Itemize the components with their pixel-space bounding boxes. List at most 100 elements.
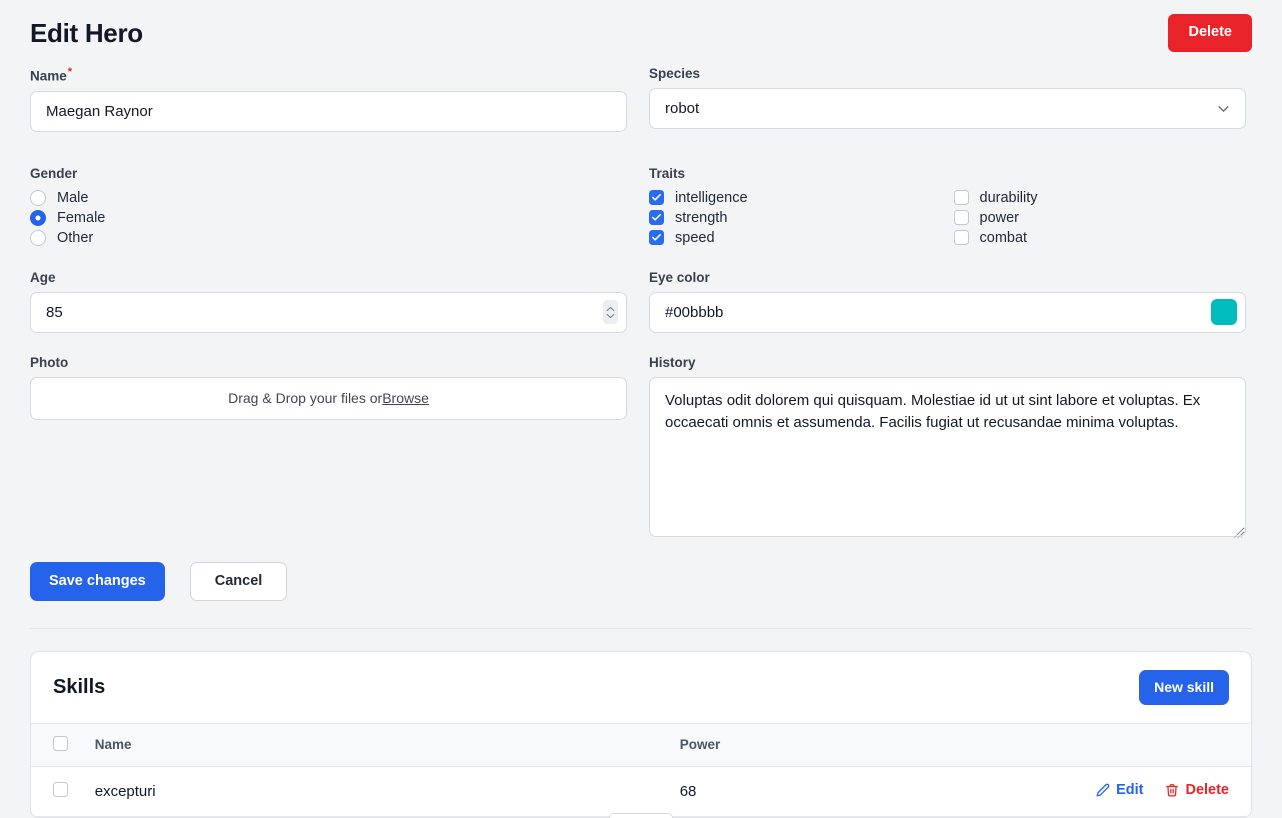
section-divider <box>30 627 1252 629</box>
history-label: History <box>649 354 696 370</box>
field-traits: Traits intelligence durability strength … <box>649 166 1246 248</box>
age-input[interactable] <box>30 291 627 333</box>
trait-label-intelligence[interactable]: intelligence <box>675 190 748 206</box>
row-name-cell: excepturi <box>94 766 680 817</box>
field-photo: Photo Drag & Drop your files or Browse <box>30 355 627 542</box>
save-changes-button[interactable]: Save changes <box>30 561 165 601</box>
trait-label-durability[interactable]: durability <box>980 190 1038 206</box>
trait-label-strength[interactable]: strength <box>675 210 727 226</box>
species-select-wrapper <box>649 88 1246 129</box>
field-species: Species <box>649 66 1246 132</box>
checkbox-icon-row-select[interactable] <box>53 781 68 797</box>
skills-table-head: Name Power <box>31 722 1251 767</box>
pagination-control[interactable] <box>609 813 673 818</box>
spacer-b <box>649 132 1246 166</box>
gender-radio-group: Male Female Other <box>30 188 627 248</box>
checkbox-icon-durability[interactable] <box>953 190 969 205</box>
trait-option-speed[interactable]: speed <box>649 228 942 248</box>
skills-table-body: excepturi 68 Edit Delete <box>31 766 1251 817</box>
trait-option-intelligence[interactable]: intelligence <box>649 188 942 208</box>
skills-card-header: Skills New skill <box>31 652 1251 723</box>
pencil-icon <box>1096 783 1110 797</box>
gender-label-female[interactable]: Female <box>57 210 105 226</box>
edit-skill-button[interactable]: Edit <box>1096 782 1143 798</box>
trait-label-speed[interactable]: speed <box>675 230 715 246</box>
spacer-e <box>30 333 627 355</box>
new-skill-button[interactable]: New skill <box>1139 669 1229 705</box>
radio-icon-male[interactable] <box>30 189 46 206</box>
checkbox-icon-select-all[interactable] <box>53 735 68 751</box>
history-textarea[interactable]: Voluptas odit dolorem qui quisquam. Mole… <box>649 376 1246 537</box>
radio-icon-female[interactable] <box>30 209 46 226</box>
trait-option-durability[interactable]: durability <box>953 188 1247 208</box>
skills-table: Name Power excepturi 68 Edit Delete <box>31 722 1251 817</box>
spacer-c <box>30 248 627 270</box>
skills-title: Skills <box>53 675 106 698</box>
age-label: Age <box>30 269 56 285</box>
table-row: excepturi 68 Edit Delete <box>31 766 1251 817</box>
checkbox-icon-intelligence[interactable] <box>649 190 664 205</box>
color-swatch-button[interactable] <box>1211 299 1237 325</box>
name-label: Name* <box>30 66 73 84</box>
field-history: History Voluptas odit dolorem qui quisqu… <box>649 355 1246 542</box>
gender-label: Gender <box>30 165 78 181</box>
header-name[interactable]: Name <box>94 722 680 767</box>
browse-link[interactable]: Browse <box>382 390 429 406</box>
species-label: Species <box>649 66 701 81</box>
checkbox-icon-speed[interactable] <box>649 230 664 245</box>
checkbox-icon-power[interactable] <box>953 210 969 225</box>
age-input-wrapper <box>30 291 627 333</box>
photo-label: Photo <box>30 354 69 370</box>
age-stepper[interactable] <box>603 300 618 324</box>
eye-color-wrapper <box>649 291 1246 333</box>
hero-form: Name* Species Gender Male <box>30 66 1252 542</box>
name-input[interactable] <box>30 90 627 132</box>
species-select[interactable] <box>649 88 1246 129</box>
header-actions <box>1096 722 1251 767</box>
history-wrapper: Voluptas odit dolorem qui quisquam. Mole… <box>649 376 1246 542</box>
required-marker: * <box>67 66 73 78</box>
trait-option-strength[interactable]: strength <box>649 208 942 228</box>
dropzone-text: Drag & Drop your files or <box>228 390 383 406</box>
form-actions: Save changes Cancel <box>30 561 1252 601</box>
spacer-f <box>649 333 1246 355</box>
delete-skill-button[interactable]: Delete <box>1165 782 1229 798</box>
spacer-a <box>30 132 627 166</box>
gender-option-male[interactable]: Male <box>30 188 627 208</box>
checkbox-icon-combat[interactable] <box>953 230 969 245</box>
cancel-button[interactable]: Cancel <box>189 561 288 601</box>
header-power[interactable]: Power <box>679 722 1097 767</box>
field-name: Name* <box>30 66 627 132</box>
pagination-peek <box>0 813 1282 818</box>
row-actions-cell: Edit Delete <box>1096 766 1251 817</box>
trait-label-combat[interactable]: combat <box>980 230 1028 246</box>
gender-label-other[interactable]: Other <box>57 230 93 246</box>
gender-option-other[interactable]: Other <box>30 228 627 248</box>
edit-label: Edit <box>1116 781 1144 798</box>
traits-checkbox-group: intelligence durability strength power s… <box>649 188 1246 248</box>
delete-label: Delete <box>1185 781 1229 798</box>
field-gender: Gender Male Female Other <box>30 166 627 248</box>
row-power-cell: 68 <box>679 766 1097 817</box>
trash-icon <box>1166 783 1179 797</box>
checkbox-icon-strength[interactable] <box>649 210 664 225</box>
trait-option-power[interactable]: power <box>953 208 1247 228</box>
gender-label-male[interactable]: Male <box>57 190 88 206</box>
field-age: Age <box>30 270 627 333</box>
eye-color-label: Eye color <box>649 269 710 285</box>
row-actions: Edit Delete <box>1096 782 1229 798</box>
page-header: Edit Hero Delete <box>30 0 1252 56</box>
photo-dropzone[interactable]: Drag & Drop your files or Browse <box>30 376 627 420</box>
radio-icon-other[interactable] <box>30 229 46 246</box>
trait-option-combat[interactable]: combat <box>953 228 1247 248</box>
field-eye-color: Eye color <box>649 270 1246 333</box>
delete-hero-button[interactable]: Delete <box>1168 14 1252 52</box>
gender-option-female[interactable]: Female <box>30 208 627 228</box>
spacer-d <box>649 248 1246 270</box>
eye-color-input[interactable] <box>649 291 1246 333</box>
traits-label: Traits <box>649 165 686 181</box>
trait-label-power[interactable]: power <box>980 210 1020 226</box>
skills-card: Skills New skill Name Power excepturi 68… <box>30 650 1252 818</box>
row-select-cell <box>31 766 95 817</box>
table-header-row: Name Power <box>31 722 1251 767</box>
